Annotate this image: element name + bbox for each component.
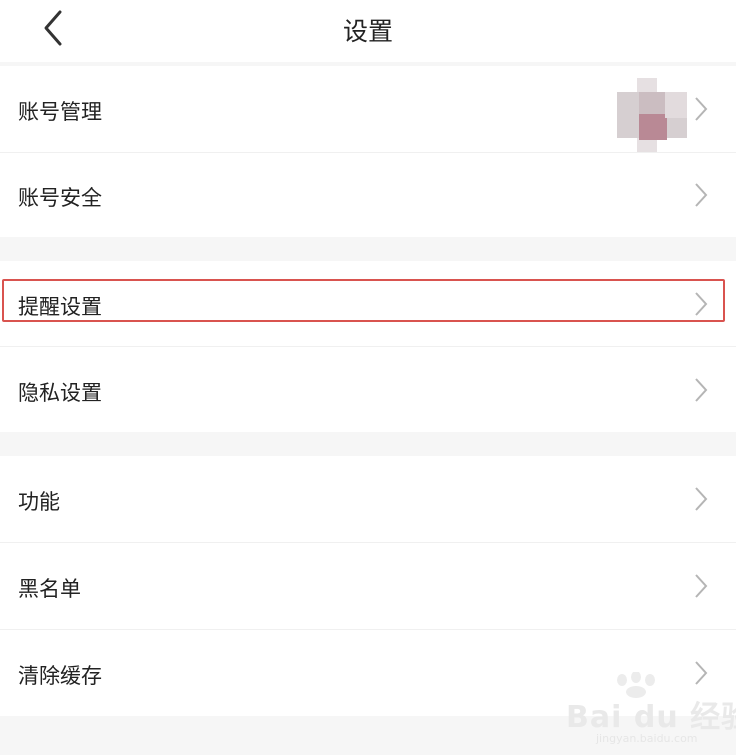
settings-item-label: 黑名单: [18, 577, 81, 601]
settings-item-features[interactable]: 功能: [0, 456, 736, 542]
settings-item-label: 提醒设置: [18, 295, 102, 319]
settings-item-label: 隐私设置: [18, 381, 102, 405]
chevron-right-icon: [695, 378, 708, 402]
chevron-right-icon: [695, 487, 708, 511]
watermark: Bai du 经验 jingyan.baidu.com: [560, 672, 736, 755]
settings-item-account-management[interactable]: 账号管理: [0, 66, 736, 156]
settings-item-label: 清除缓存: [18, 664, 102, 688]
settings-item-label: 账号安全: [18, 186, 102, 210]
avatar: [617, 78, 687, 156]
settings-item-privacy-settings[interactable]: 隐私设置: [0, 347, 736, 432]
watermark-url: jingyan.baidu.com: [596, 732, 698, 745]
top-bar: 设置: [0, 0, 736, 62]
settings-item-notification-settings[interactable]: 提醒设置: [0, 261, 736, 346]
chevron-right-icon: [695, 574, 708, 598]
chevron-right-icon: [695, 292, 708, 316]
page-title: 设置: [342, 17, 393, 46]
watermark-text: Bai du 经验: [566, 700, 736, 735]
chevron-right-icon: [695, 97, 708, 121]
settings-item-label: 功能: [18, 490, 60, 514]
settings-item-account-security[interactable]: 账号安全: [0, 153, 736, 237]
settings-item-blacklist[interactable]: 黑名单: [0, 543, 736, 629]
avatar-pixelated: [617, 78, 687, 156]
settings-item-label: 账号管理: [18, 100, 102, 124]
chevron-right-icon: [695, 183, 708, 207]
